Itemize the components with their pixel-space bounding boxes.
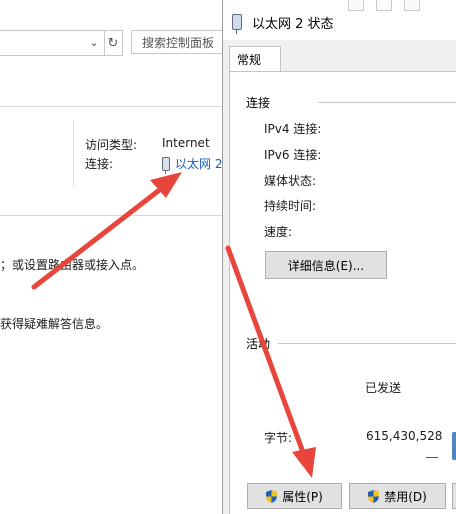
- setup-router-text[interactable]: ；或设置路由器或接入点。: [0, 256, 144, 273]
- activity-group-title: 活动: [246, 335, 271, 352]
- access-type-label: 访问类型:: [85, 138, 138, 152]
- access-type-value: Internet: [162, 136, 210, 150]
- divider: [0, 215, 222, 216]
- activity-line: [426, 457, 438, 458]
- chevron-down-icon[interactable]: ⌄: [86, 31, 102, 53]
- properties-button[interactable]: 属性(P): [247, 483, 342, 509]
- uac-shield-icon: [368, 489, 380, 503]
- title-bar[interactable]: 以太网 2 状态: [223, 0, 456, 40]
- connection-label: 连接:: [85, 157, 114, 171]
- network-info: 访问类型: Internet 连接: 以太网 2: [73, 120, 223, 186]
- ipv6-label: IPv6 连接:: [264, 148, 322, 162]
- diagnose-button[interactable]: [452, 483, 456, 509]
- tab-general-label: 常规: [237, 53, 262, 67]
- group-divider: [278, 343, 456, 344]
- speed-label: 速度:: [264, 225, 293, 239]
- duration-label: 持续时间:: [264, 199, 317, 213]
- general-panel: 连接 IPv4 连接: IPv6 连接: 媒体状态: 持续时间: 速度: 详细信…: [229, 71, 456, 514]
- bytes-sent-value: 615,430,528: [366, 429, 443, 443]
- network-activity-icon: [452, 432, 456, 460]
- status-dialog: 以太网 2 状态 常规 连接 IPv4 连接: IPv6 连接: 媒体状态: 持…: [222, 0, 456, 514]
- divider: [0, 106, 222, 107]
- window-thumb-icon: [376, 0, 392, 11]
- connection-link-text: 以太网 2: [175, 157, 223, 171]
- media-state-label: 媒体状态:: [264, 174, 317, 188]
- window-thumb-icon: [404, 0, 420, 11]
- window-thumb-icon: [348, 0, 364, 11]
- search-placeholder: 搜索控制面板: [142, 35, 215, 50]
- disable-button[interactable]: 禁用(D): [349, 483, 446, 509]
- uac-shield-icon: [266, 489, 278, 503]
- details-button[interactable]: 详细信息(E)...: [265, 251, 387, 279]
- bytes-label: 字节:: [264, 431, 293, 445]
- search-input[interactable]: 搜索控制面板: [131, 30, 222, 54]
- ethernet-icon: [232, 14, 242, 34]
- group-divider: [318, 102, 456, 103]
- dialog-title: 以太网 2 状态: [252, 17, 334, 32]
- control-panel-window: ⌄ ↻ 搜索控制面板 访问类型: Internet 连接: 以太网 2 ；或设置…: [0, 0, 222, 514]
- troubleshoot-text[interactable]: 获得疑难解答信息。: [0, 315, 108, 332]
- sent-label: 已发送: [365, 381, 402, 395]
- tab-general[interactable]: 常规: [229, 46, 281, 72]
- ethernet-icon: [162, 156, 170, 174]
- properties-button-label: 属性(P): [282, 489, 323, 504]
- disable-button-label: 禁用(D): [384, 489, 427, 504]
- connection-group-title: 连接: [246, 94, 271, 111]
- connection-link[interactable]: 以太网 2: [162, 155, 223, 174]
- refresh-icon[interactable]: ↻: [104, 30, 123, 56]
- details-button-label: 详细信息(E)...: [287, 258, 365, 273]
- ipv4-label: IPv4 连接:: [264, 122, 322, 136]
